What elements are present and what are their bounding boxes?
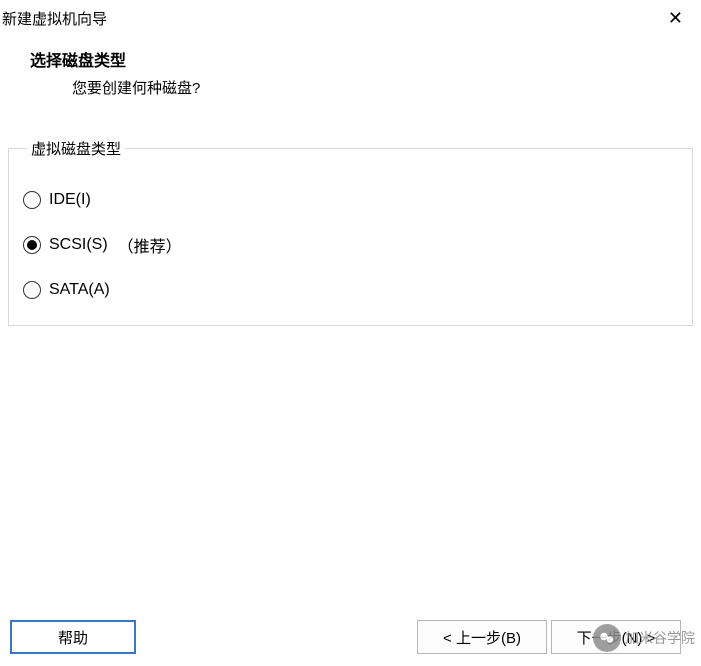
- radio-option-scsi[interactable]: SCSI(S) （推荐）: [23, 233, 678, 257]
- radio-label: IDE(I): [49, 191, 91, 209]
- help-button[interactable]: 帮助: [10, 620, 136, 654]
- header-area: 选择磁盘类型 您要创建何种磁盘?: [0, 37, 701, 118]
- content-area: 虚拟磁盘类型 IDE(I) SCSI(S) （推荐） SATA(A): [0, 138, 701, 326]
- titlebar: 新建虚拟机向导 ✕: [0, 0, 701, 37]
- radio-icon[interactable]: [23, 236, 41, 254]
- disk-type-group: 虚拟磁盘类型 IDE(I) SCSI(S) （推荐） SATA(A): [8, 138, 693, 326]
- close-icon[interactable]: ✕: [662, 6, 689, 31]
- next-button[interactable]: 下一步(N) >: [551, 620, 681, 654]
- radio-note: （推荐）: [118, 233, 182, 257]
- page-title: 选择磁盘类型: [30, 47, 671, 71]
- footer: 帮助 < 上一步(B) 下一步(N) >: [0, 620, 701, 654]
- radio-option-ide[interactable]: IDE(I): [23, 191, 678, 209]
- radio-label: SATA(A): [49, 281, 110, 299]
- radio-icon[interactable]: [23, 191, 41, 209]
- radio-label: SCSI(S): [49, 236, 108, 254]
- radio-icon[interactable]: [23, 281, 41, 299]
- radio-option-sata[interactable]: SATA(A): [23, 281, 678, 299]
- back-button[interactable]: < 上一步(B): [417, 620, 547, 654]
- group-legend: 虚拟磁盘类型: [27, 138, 125, 159]
- window-title: 新建虚拟机向导: [2, 8, 107, 29]
- page-subtitle: 您要创建何种磁盘?: [30, 77, 671, 98]
